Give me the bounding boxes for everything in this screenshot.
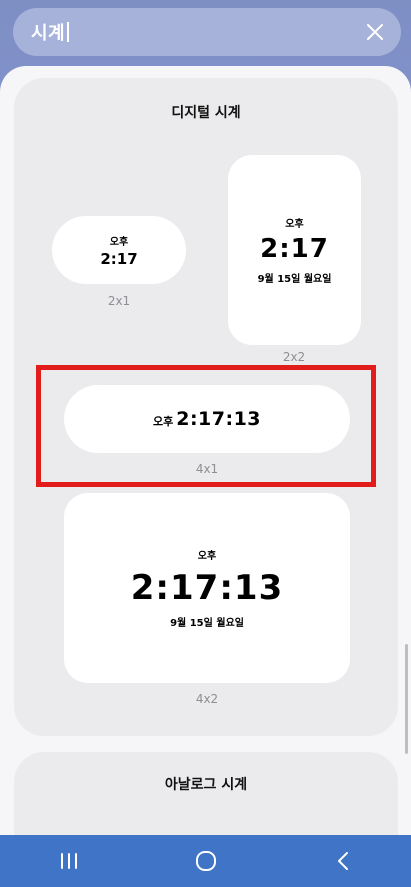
text-cursor (67, 22, 70, 42)
analog-clock-card[interactable]: 아날로그 시계 (14, 752, 398, 846)
size-label-2x2: 2x2 (282, 350, 306, 364)
widget-ampm: 오후 (285, 219, 304, 230)
home-button[interactable] (176, 841, 236, 881)
search-bar[interactable]: 시계 (13, 8, 401, 56)
widget-time: 2:17:13 (176, 408, 262, 430)
widget-ampm: 오후 (152, 415, 174, 428)
widget-4x2[interactable]: 오후 2:17:13 9월 15일 월요일 (64, 493, 350, 683)
widget-date: 9월 15일 월요일 (170, 618, 244, 629)
analog-clock-title: 아날로그 시계 (164, 777, 248, 793)
digital-clock-title: 디지털 시계 (171, 105, 241, 121)
widget-date: 9월 15일 월요일 (257, 274, 332, 285)
size-label-4x2: 4x2 (195, 692, 219, 706)
home-icon (195, 851, 216, 871)
scrollbar[interactable] (405, 644, 408, 754)
back-button[interactable] (313, 841, 373, 881)
size-label-2x1: 2x1 (107, 294, 131, 308)
widget-ampm: 오후 (197, 551, 217, 562)
widget-4x1[interactable]: 오후 2:17:13 (64, 385, 350, 453)
screen: 시계 디지털 시계 오후 2:17 2x1 오후 2:17 9월 15일 월요일… (0, 0, 411, 887)
widget-sheet: 디지털 시계 오후 2:17 2x1 오후 2:17 9월 15일 월요일 2x… (0, 66, 411, 846)
widget-ampm: 오후 (109, 236, 129, 248)
widget-time: 2:17:13 (130, 568, 284, 608)
digital-clock-card: 디지털 시계 오후 2:17 2x1 오후 2:17 9월 15일 월요일 2x… (14, 78, 398, 736)
size-label-4x1: 4x1 (195, 462, 219, 476)
widget-time: 2:17 (260, 234, 329, 264)
close-icon[interactable] (363, 20, 387, 44)
recents-button[interactable] (39, 841, 99, 881)
back-icon (337, 852, 348, 870)
widget-time: 2:17 (100, 249, 138, 268)
recents-icon (60, 853, 77, 869)
navigation-bar (0, 835, 411, 887)
widget-2x1[interactable]: 오후 2:17 (52, 216, 186, 284)
search-input[interactable]: 시계 (31, 19, 65, 45)
widget-2x2[interactable]: 오후 2:17 9월 15일 월요일 (228, 155, 361, 345)
